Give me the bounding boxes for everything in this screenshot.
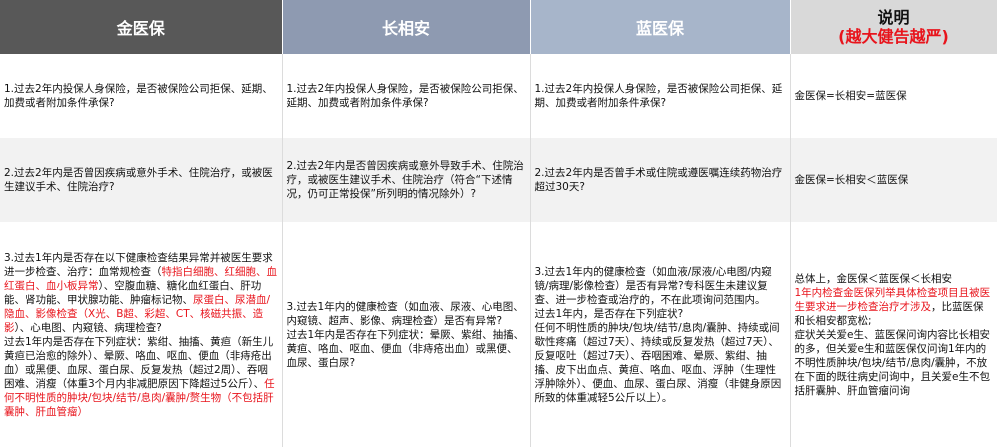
cell-notes-q1: 金医保=长相安=蓝医保 — [790, 54, 997, 138]
table-row: 1.过去2年内投保人身保险，是否被保险公司拒保、延期、加费或者附加条件承保? 1… — [0, 54, 997, 138]
header-row: 金医保 长相安 蓝医保 说明 (越大健告越严) — [0, 0, 997, 54]
cell-notes-q3: 总体上，金医保＜蓝医保＜长相安 1年内检查金医保列举具体检查项目且被医生要求进一步… — [790, 222, 997, 447]
cell-changxiangan-q3: 3.过去1年内的健康检查（如血液、尿液、心电图、内窥镜、超声、影像、病理检查）是… — [282, 222, 531, 447]
cell-jinyibao-q1: 1.过去2年内投保人身保险，是否被保险公司拒保、延期、加费或者附加条件承保? — [0, 54, 283, 138]
header-notes-subtitle: (越大健告越严) — [838, 27, 949, 46]
cell-lanyibao-q1: 1.过去2年内投保人身保险，是否被保险公司拒保、延期、加费或者附加条件承保? — [530, 54, 791, 138]
notes-symptoms: 症状关关爱e生、蓝医保问询内容比长相安的多，但关爱e生和蓝医保仅问询1年内的不明… — [794, 328, 990, 397]
q3-text-3: ）、心电图、内窥镜、病理检查? — [14, 321, 162, 334]
cell-lanyibao-q2: 2.过去2年内是否曾手术或住院或遵医嘱连续药物治疗超过30天? — [530, 138, 791, 222]
comparison-table: 金医保 长相安 蓝医保 说明 (越大健告越严) 1.过去2年内投保人身保险，是否… — [0, 0, 997, 447]
header-changxiangan: 长相安 — [282, 0, 531, 54]
cell-jinyibao-q2: 2.过去2年内是否曾因疾病或意外手术、住院治疗，或被医生建议手术、住院治疗? — [0, 138, 283, 222]
q3-checks: 3.过去1年内的健康检查（如血液、尿液、心电图、内窥镜、超声、影像、病理检查）是… — [286, 300, 524, 327]
q3-symptoms-list: 任何不明性质的肿块/包块/结节/息肉/囊肿、持续或间歇性疼痛（超过7天）、持续或… — [534, 321, 782, 404]
cell-changxiangan-q1: 1.过去2年内投保人身保险，是否被保险公司拒保、延期、加费或者附加条件承保? — [282, 54, 531, 138]
q3-symptoms: 过去1年内是否存在下列症状：紫绀、抽搐、黄疸（新生儿黄疸已治愈的除外）、晕厥、咯… — [4, 335, 278, 419]
header-notes-title: 说明 — [877, 8, 910, 27]
table-row: 3.过去1年内是否存在以下健康检查结果异常并被医生要求进一步检查、治疗：血常规检… — [0, 222, 997, 447]
cell-notes-q2: 金医保=长相安＜蓝医保 — [790, 138, 997, 222]
notes-detail: 1年内检查金医保列举具体检查项目且被医生要求进一步检查治疗才涉及，比蓝医保和长相… — [795, 286, 993, 328]
cell-jinyibao-q3: 3.过去1年内是否存在以下健康检查结果异常并被医生要求进一步检查、治疗：血常规检… — [0, 222, 283, 447]
cell-changxiangan-q2: 2.过去2年内是否曾因疾病或意外导致手术、住院治疗，或被医生建议手术、住院治疗（… — [282, 138, 531, 222]
q3-symptoms: 过去1年内是否存在下列症状：晕厥、紫绀、抽搐、黄疸、咯血、呕血、便血（非痔疮出血… — [286, 328, 525, 369]
q3-symptoms-question: 过去1年内，是否存在下列症状? — [534, 307, 684, 320]
q3-checks: 3.过去1年内的健康检查（如血液/尿液/心电图/内窥镜/病理/影像检查）是否有异… — [534, 265, 772, 306]
header-lanyibao: 蓝医保 — [530, 0, 791, 54]
table-row: 2.过去2年内是否曾因疾病或意外手术、住院治疗，或被医生建议手术、住院治疗? 2… — [0, 138, 997, 222]
q3-symptoms-text: 过去1年内是否存在下列症状：紫绀、抽搐、黄疸（新生儿黄疸已治愈的除外）、晕厥、咯… — [4, 335, 274, 390]
header-notes: 说明 (越大健告越严) — [790, 0, 997, 54]
notes-summary: 总体上，金医保＜蓝医保＜长相安 — [794, 272, 953, 285]
header-jinyibao: 金医保 — [0, 0, 283, 54]
cell-lanyibao-q3: 3.过去1年内的健康检查（如血液/尿液/心电图/内窥镜/病理/影像检查）是否有异… — [530, 222, 791, 447]
